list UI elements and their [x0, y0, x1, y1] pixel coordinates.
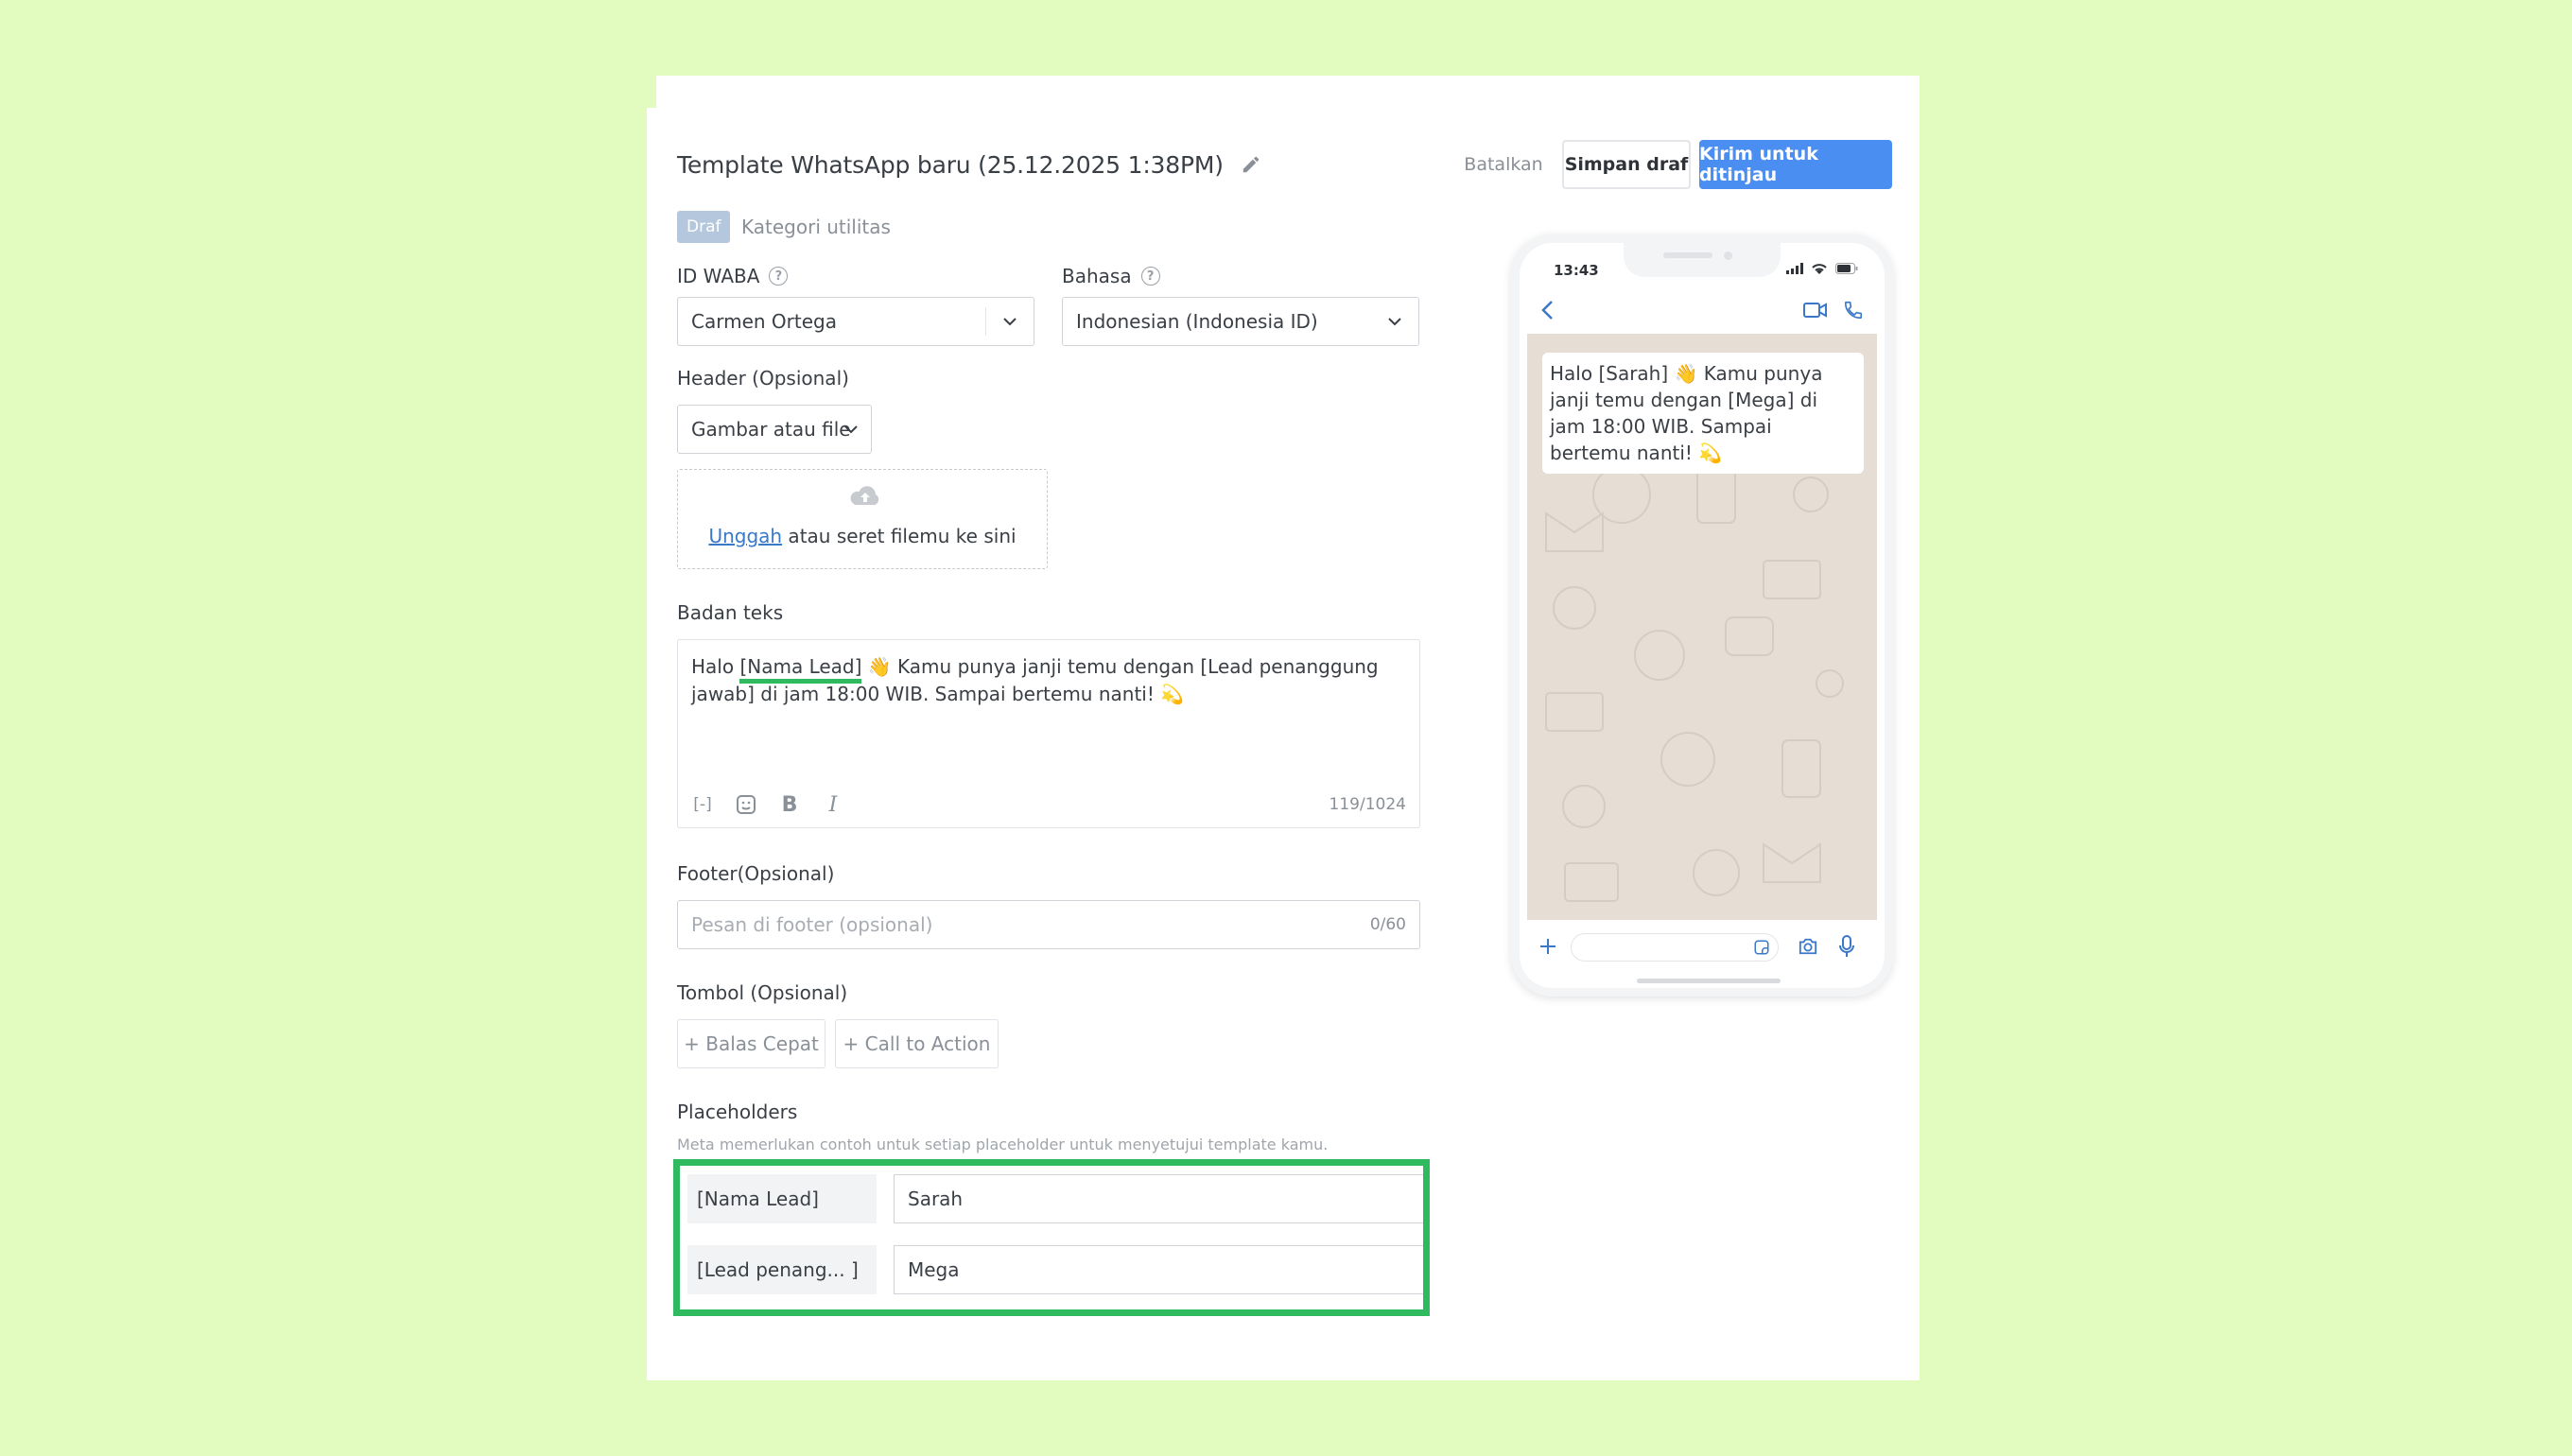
select-divider	[985, 307, 986, 336]
cloud-upload-icon	[850, 486, 879, 505]
buttons-label-row: Tombol (Opsional)	[677, 981, 847, 1004]
header-type-select[interactable]: Gambar atau file	[677, 405, 872, 454]
save-draft-button[interactable]: Simpan draf	[1562, 140, 1691, 189]
category-label: Kategori utilitas	[741, 216, 891, 238]
video-icon[interactable]	[1803, 302, 1828, 319]
home-indicator	[1637, 979, 1781, 983]
status-badge: Draf	[677, 211, 731, 243]
footer-label: Footer(Opsional)	[677, 862, 835, 885]
placeholders-box: [Nama Lead] Sarah [Lead penang... ] Mega	[673, 1159, 1430, 1316]
header-label: Header (Opsional)	[677, 367, 849, 390]
footer-placeholder: Pesan di footer (opsional)	[691, 913, 933, 936]
placeholder-key: [Nama Lead]	[687, 1174, 877, 1223]
chevron-down-icon	[1388, 318, 1401, 326]
help-icon[interactable]: ?	[769, 267, 789, 286]
footer-label-row: Footer(Opsional)	[677, 862, 834, 885]
sticker-icon[interactable]	[735, 793, 757, 816]
buttons-label: Tombol (Opsional)	[677, 981, 848, 1004]
page-title: Template WhatsApp baru (25.12.2025 1:38P…	[677, 150, 1224, 179]
mic-icon[interactable]	[1839, 935, 1854, 958]
body-editor[interactable]: Halo [Nama Lead] 👋 Kamu punya janji temu…	[677, 639, 1420, 828]
add-cta-button[interactable]: + Call to Action	[835, 1019, 999, 1068]
phone-preview: 13:43 Halo [Sarah] 👋 Kamu punya janji te…	[1511, 234, 1893, 997]
placeholder-key: [Lead penang... ]	[687, 1245, 877, 1294]
body-text[interactable]: Halo [Nama Lead] 👋 Kamu punya janji temu…	[691, 653, 1406, 708]
phone-notch	[1624, 243, 1781, 277]
upload-dropzone[interactable]: Unggah atau seret filemu ke sini	[677, 469, 1048, 569]
sticker-icon[interactable]	[1753, 939, 1770, 956]
chat-header	[1520, 290, 1885, 332]
phone-icon[interactable]	[1843, 300, 1864, 321]
upload-link[interactable]: Unggah	[708, 525, 782, 547]
placeholders-label: Placeholders	[677, 1101, 798, 1123]
body-text-part: di jam 18:00 WIB. Sampai bertemu nanti! …	[754, 683, 1185, 705]
help-icon[interactable]: ?	[1140, 267, 1160, 286]
title-row: Template WhatsApp baru (25.12.2025 1:38P…	[677, 147, 1261, 182]
cancel-button[interactable]: Batalkan	[1456, 140, 1551, 189]
upload-text: Unggah atau seret filemu ke sini	[678, 525, 1047, 547]
pencil-icon[interactable]	[1241, 154, 1261, 175]
editor-toolbar: [-] B I	[691, 793, 844, 817]
card-corner	[647, 76, 656, 108]
upload-hint: atau seret filemu ke sini	[782, 525, 1017, 547]
message-bubble: Halo [Sarah] 👋 Kamu punya janji temu den…	[1542, 353, 1864, 474]
waba-label-row: ID WABA ?	[677, 265, 789, 287]
body-label: Badan teks	[677, 601, 784, 624]
placeholders-label-row: Placeholders	[677, 1101, 797, 1123]
chat-input-bar	[1520, 922, 1885, 975]
signal-icon	[1786, 263, 1803, 274]
body-text-part: 👋 Kamu punya janji temu dengan	[861, 655, 1201, 678]
footer-input[interactable]: Pesan di footer (opsional) 0/60	[677, 900, 1420, 949]
plus-icon[interactable]	[1538, 937, 1557, 956]
language-label: Bahasa	[1062, 265, 1132, 287]
variable-icon[interactable]: [-]	[691, 793, 714, 816]
placeholder-value-input[interactable]: Mega	[894, 1245, 1423, 1294]
phone-time: 13:43	[1554, 262, 1599, 279]
chevron-down-icon	[1003, 318, 1017, 326]
body-text-part: Halo	[691, 655, 740, 678]
back-icon[interactable]	[1540, 300, 1555, 321]
placeholder-token[interactable]: [Nama Lead]	[739, 655, 861, 678]
status-icons	[1786, 262, 1858, 275]
battery-icon	[1835, 263, 1858, 274]
body-label-row: Badan teks	[677, 601, 783, 624]
submit-review-button[interactable]: Kirim untuk ditinjau	[1699, 140, 1892, 189]
chat-input[interactable]	[1571, 933, 1779, 962]
header-label-row: Header (Opsional)	[677, 367, 849, 390]
placeholder-row: [Lead penang... ] Mega	[687, 1245, 1423, 1294]
language-select[interactable]: Indonesian (Indonesia ID)	[1062, 297, 1419, 346]
placeholders-hint: Meta memerlukan contoh untuk setiap plac…	[677, 1135, 1329, 1153]
waba-select[interactable]: Carmen Ortega	[677, 297, 1034, 346]
waba-value: Carmen Ortega	[691, 310, 837, 333]
bold-icon[interactable]: B	[778, 793, 801, 817]
placeholder-row: [Nama Lead] Sarah	[687, 1174, 1423, 1223]
wifi-icon	[1812, 264, 1827, 274]
language-value: Indonesian (Indonesia ID)	[1076, 310, 1318, 333]
placeholder-value-input[interactable]: Sarah	[894, 1174, 1423, 1223]
camera-icon[interactable]	[1798, 937, 1818, 956]
chat-area: Halo [Sarah] 👋 Kamu punya janji temu den…	[1527, 334, 1877, 920]
chevron-down-icon	[844, 425, 858, 434]
waba-label: ID WABA	[677, 265, 760, 287]
header-type-value: Gambar atau file	[691, 418, 851, 441]
body-char-count: 119/1024	[1329, 795, 1406, 814]
add-quick-reply-button[interactable]: + Balas Cepat	[677, 1019, 825, 1068]
footer-char-count: 0/60	[1369, 915, 1406, 934]
italic-icon[interactable]: I	[822, 793, 844, 817]
language-label-row: Bahasa ?	[1062, 265, 1160, 287]
